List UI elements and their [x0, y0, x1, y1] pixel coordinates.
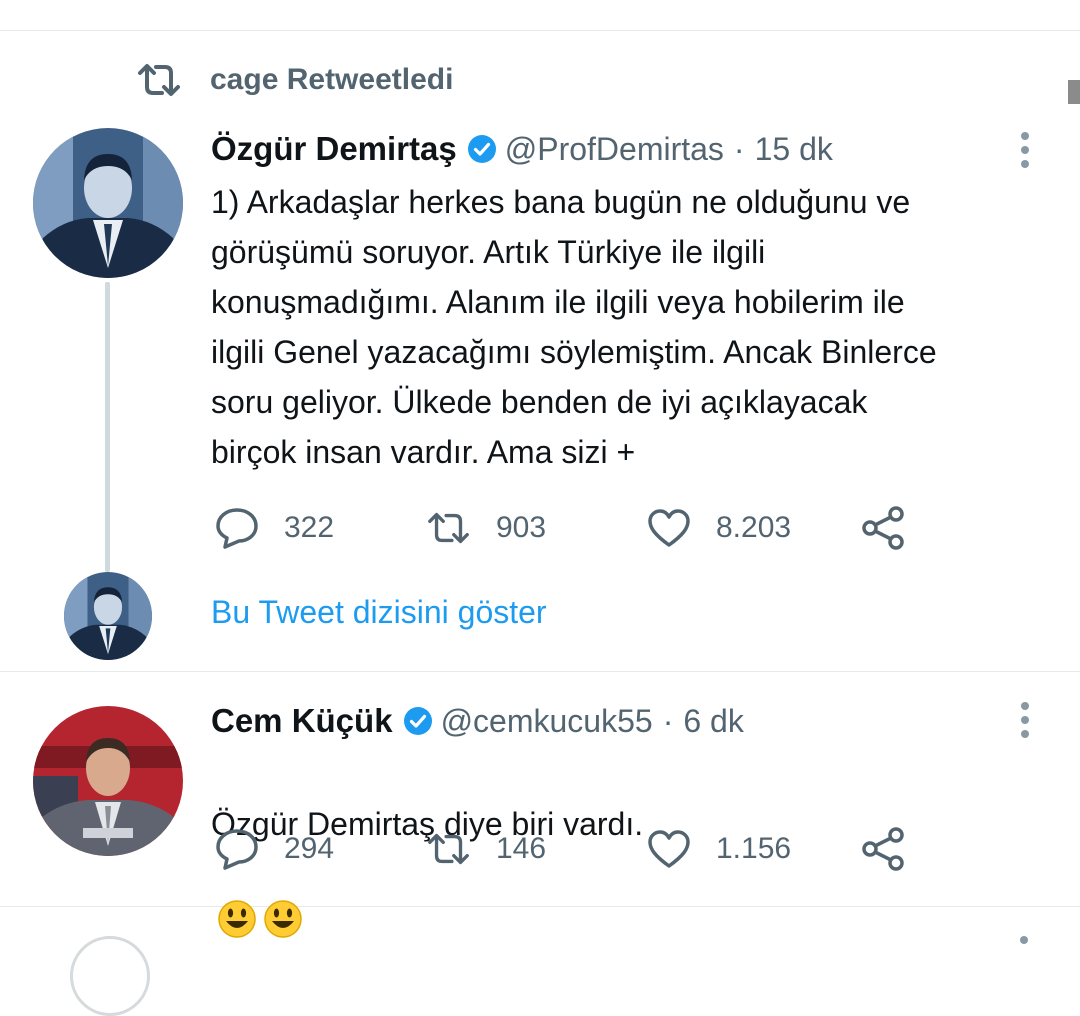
tweet-header: Özgür Demirtaş @ProfDemirtas · 15 dk	[211, 128, 833, 170]
more-options-icon[interactable]	[1014, 128, 1036, 172]
author-name[interactable]: Cem Küçük	[211, 702, 393, 740]
like-button[interactable]: 8.203	[646, 503, 791, 553]
top-divider	[0, 30, 1080, 31]
next-tweet-avatar-partial[interactable]	[70, 936, 150, 1016]
like-count: 8.203	[716, 511, 792, 544]
verified-badge-icon	[467, 134, 497, 164]
timestamp[interactable]: 6 dk	[683, 703, 743, 740]
retweet-count: 146	[496, 832, 547, 865]
retweet-count: 903	[496, 511, 547, 544]
share-icon	[860, 826, 906, 872]
reply-button[interactable]: 294	[214, 824, 334, 874]
share-icon	[860, 505, 906, 551]
like-button[interactable]: 1.156	[646, 824, 791, 874]
reply-icon	[214, 826, 260, 872]
retweet-button[interactable]: 146	[426, 824, 546, 874]
heart-icon	[646, 826, 692, 872]
author-name[interactable]: Özgür Demirtaş	[211, 130, 457, 168]
retweet-icon	[426, 505, 472, 551]
reply-button[interactable]: 322	[214, 503, 334, 553]
separator: ·	[662, 702, 674, 739]
separator: ·	[733, 130, 745, 167]
more-options-icon[interactable]	[1014, 698, 1036, 742]
timestamp[interactable]: 15 dk	[755, 131, 833, 168]
tweet-actions: 322 903 8.203	[214, 503, 914, 553]
reply-count: 322	[284, 511, 335, 544]
avatar[interactable]	[33, 706, 183, 856]
share-button[interactable]	[860, 824, 906, 874]
like-count: 1.156	[716, 832, 792, 865]
tweet-text: 1) Arkadaşlar herkes bana bugün ne olduğ…	[211, 184, 937, 470]
author-handle[interactable]: @ProfDemirtas	[505, 131, 724, 168]
thread-avatar[interactable]	[64, 572, 152, 660]
reply-count: 294	[284, 832, 335, 865]
heart-icon	[646, 505, 692, 551]
tweet-actions: 294 146 1.156	[214, 824, 914, 874]
next-tweet-more-partial[interactable]	[1020, 936, 1028, 944]
retweet-icon	[426, 826, 472, 872]
retweeted-by-label[interactable]: cage Retweetledi	[210, 63, 453, 97]
share-button[interactable]	[860, 503, 906, 553]
tweet-divider	[0, 671, 1080, 672]
show-thread-link[interactable]: Bu Tweet dizisini göster	[211, 594, 547, 631]
retweet-context: cage Retweetledi	[136, 58, 453, 102]
reply-icon	[214, 505, 260, 551]
retweet-button[interactable]: 903	[426, 503, 546, 553]
thread-line	[105, 282, 110, 572]
avatar[interactable]	[33, 128, 183, 278]
retweet-icon	[136, 60, 184, 100]
scrollbar-thumb[interactable]	[1068, 80, 1080, 104]
author-handle[interactable]: @cemkucuk55	[441, 703, 653, 740]
tweet-header: Cem Küçük @cemkucuk55 · 6 dk	[211, 700, 744, 742]
verified-badge-icon	[403, 706, 433, 736]
